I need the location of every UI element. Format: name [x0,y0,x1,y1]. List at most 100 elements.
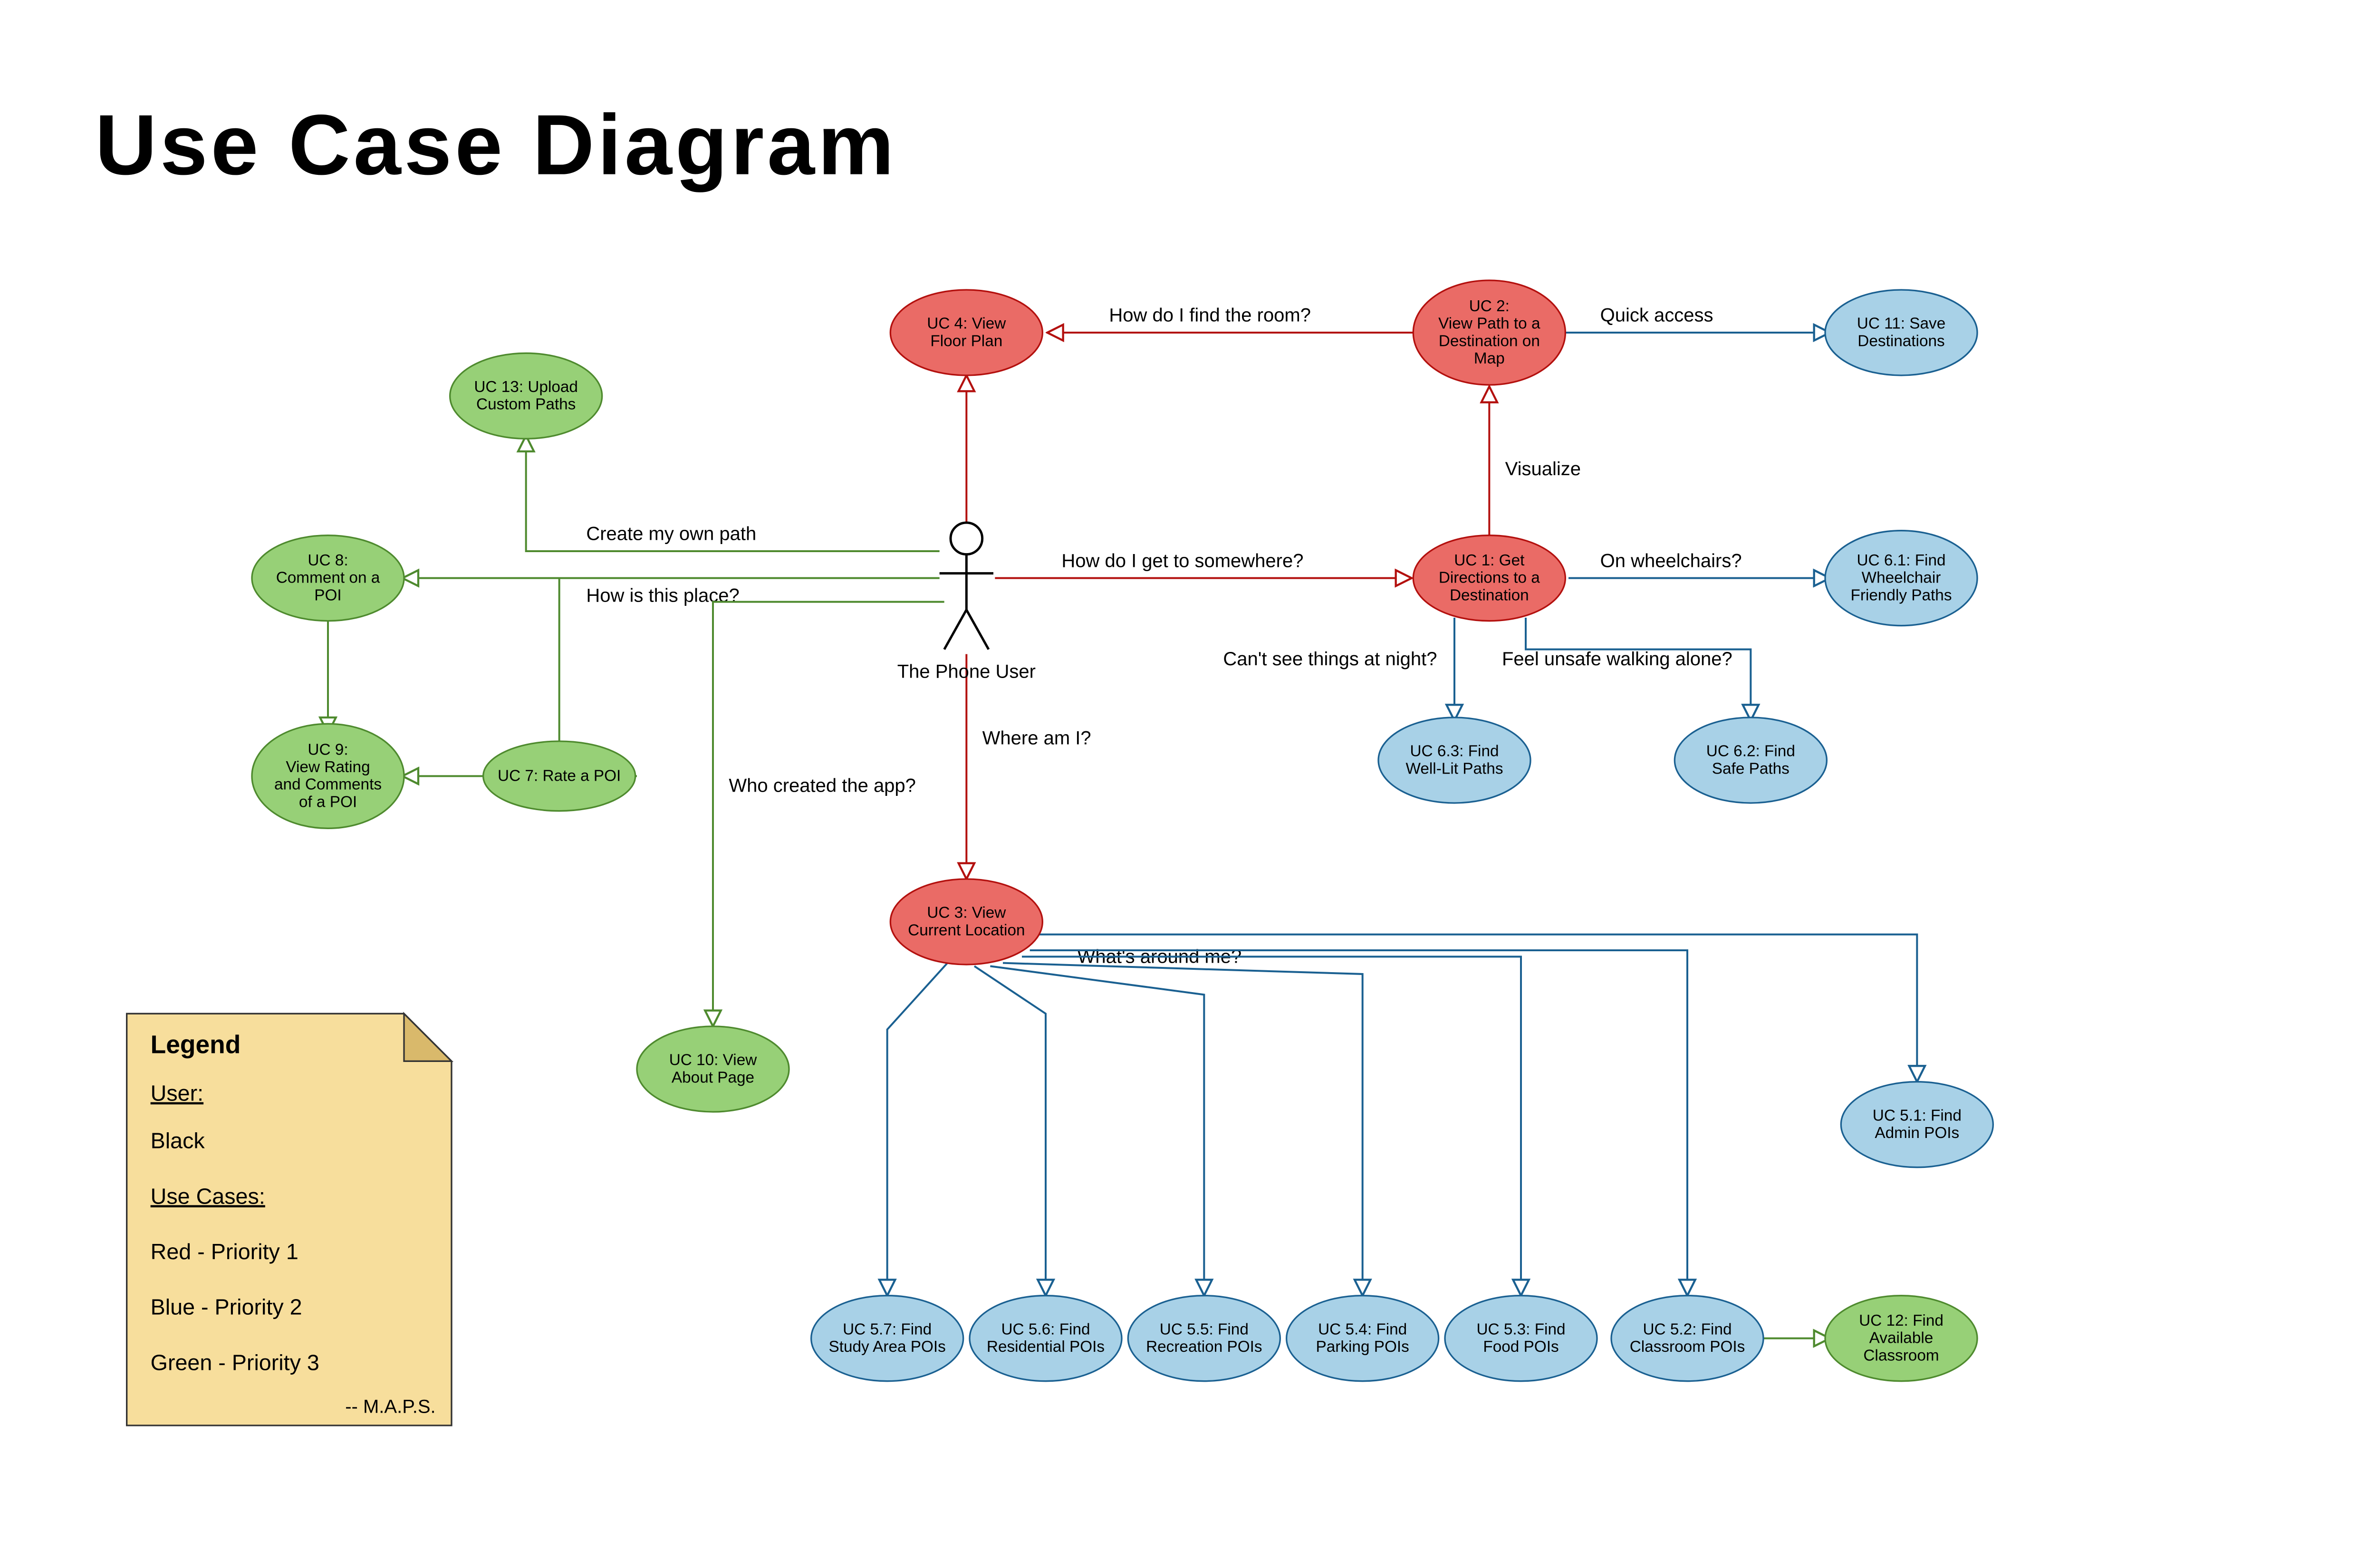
usecase-uc61: UC 6.1: FindWheelchairFriendly Paths [1825,531,1977,626]
usecase-uc53: UC 5.3: FindFood POIs [1445,1296,1597,1381]
legend-uc-heading: Use Cases: [151,1184,265,1208]
usecase-uc62-label: Safe Paths [1712,760,1790,777]
edge-uc3-uc52 [1030,950,1687,1296]
usecase-uc9-label: of a POI [299,793,357,811]
edge-uc3-uc55 [990,966,1204,1295]
edge-uc3-uc57 [887,963,948,1296]
usecase-uc12: UC 12: FindAvailableClassroom [1825,1296,1977,1381]
usecase-uc56: UC 5.6: FindResidential POIs [970,1296,1122,1381]
label-how-place: How is this place? [586,585,739,606]
usecase-uc8-label: POI [314,586,341,604]
actor-phone-user [940,523,993,650]
usecase-uc4-label: UC 4: View [927,315,1006,333]
usecase-uc56-label: Residential POIs [987,1338,1105,1356]
label-who-created: Who created the app? [729,775,916,796]
usecase-uc55: UC 5.5: FindRecreation POIs [1128,1296,1280,1381]
usecase-uc10-label: About Page [672,1069,754,1086]
usecase-uc57: UC 5.7: FindStudy Area POIs [811,1296,963,1381]
usecase-uc3: UC 3: ViewCurrent Location [890,879,1042,965]
usecase-uc2-label: UC 2: [1469,297,1510,315]
usecase-uc57-label: Study Area POIs [828,1338,945,1356]
usecase-uc2: UC 2:View Path to aDestination onMap [1413,280,1565,385]
label-visualize: Visualize [1505,459,1581,479]
legend-p1: Red - Priority 1 [151,1239,298,1264]
usecase-uc54: UC 5.4: FindParking POIs [1287,1296,1439,1381]
usecase-uc11: UC 11: SaveDestinations [1825,290,1977,375]
usecase-uc1-label: UC 1: Get [1454,552,1525,569]
usecase-uc12-label: Available [1869,1329,1934,1347]
usecase-uc55-label: UC 5.5: Find [1160,1320,1249,1338]
label-own-path: Create my own path [586,524,756,545]
legend-p2: Blue - Priority 2 [151,1295,302,1319]
usecase-uc9: UC 9:View Ratingand Commentsof a POI [252,724,404,828]
usecase-uc1-label: Destination [1450,586,1529,604]
usecase-uc10: UC 10: ViewAbout Page [637,1026,789,1112]
usecase-uc7-label: UC 7: Rate a POI [498,767,621,784]
use-case-diagram-canvas: Use Case Diagram How do I find the room?… [0,0,2367,1568]
page-title: Use Case Diagram [95,97,897,193]
label-unsafe: Feel unsafe walking alone? [1502,649,1732,669]
usecase-uc10-label: UC 10: View [669,1052,758,1069]
usecase-uc8-label: Comment on a [276,569,380,587]
label-find-room: How do I find the room? [1109,305,1311,326]
usecase-uc13-label: Custom Paths [476,396,576,413]
usecase-uc52-label: UC 5.2: Find [1643,1320,1732,1338]
usecase-uc63-label: UC 6.3: Find [1410,743,1499,760]
usecase-uc51-label: Admin POIs [1875,1124,1959,1142]
usecase-uc51: UC 5.1: FindAdmin POIs [1841,1082,1993,1167]
usecase-uc54-label: Parking POIs [1316,1338,1409,1356]
usecase-uc51-label: UC 5.1: Find [1873,1107,1962,1124]
usecase-uc8: UC 8:Comment on aPOI [252,535,404,621]
legend-note: Legend User: Black Use Cases: Red - Prio… [127,1013,452,1425]
legend-p3: Green - Priority 3 [151,1350,319,1375]
usecase-uc52: UC 5.2: FindClassroom POIs [1611,1296,1763,1381]
usecase-uc11-label: Destinations [1857,332,1944,350]
usecase-uc56-label: UC 5.6: Find [1001,1320,1090,1338]
usecase-uc54-label: UC 5.4: Find [1318,1320,1407,1338]
usecase-uc4: UC 4: ViewFloor Plan [890,290,1042,375]
usecase-uc9-label: and Comments [274,776,382,794]
usecase-uc13: UC 13: UploadCustom Paths [450,353,602,439]
usecase-uc9-label: UC 9: [308,741,348,758]
usecase-uc4-label: Floor Plan [930,332,1002,350]
label-where-am-i: Where am I? [982,728,1091,749]
edge-uc3-uc53 [1022,956,1521,1295]
usecase-uc2-label: View Path to a [1438,315,1540,333]
usecase-uc9-label: View Rating [286,758,370,776]
usecase-uc11-label: UC 11: Save [1857,315,1945,333]
usecase-uc52-label: Classroom POIs [1630,1338,1745,1356]
usecase-uc8-label: UC 8: [308,552,348,569]
usecase-uc3-label: Current Location [908,921,1025,939]
legend-user-heading: User: [151,1081,203,1106]
usecase-uc62-label: UC 6.2: Find [1706,743,1795,760]
usecase-uc55-label: Recreation POIs [1146,1338,1262,1356]
label-night: Can't see things at night? [1223,649,1437,669]
usecase-uc3-label: UC 3: View [927,904,1006,922]
legend-signature: -- M.A.P.S. [345,1396,435,1417]
label-wheelchairs: On wheelchairs? [1600,550,1742,571]
usecase-uc12-label: Classroom [1863,1347,1939,1364]
usecase-uc61-label: Wheelchair [1862,569,1941,587]
usecase-uc2-label: Map [1474,350,1505,367]
legend-title: Legend [151,1031,241,1059]
usecase-uc2-label: Destination on [1439,332,1540,350]
actor-label: The Phone User [897,661,1036,682]
usecase-uc13-label: UC 13: Upload [474,378,578,396]
usecase-uc61-label: Friendly Paths [1850,586,1952,604]
usecase-uc1: UC 1: GetDirections to aDestination [1413,535,1565,621]
usecase-uc1-label: Directions to a [1439,569,1540,587]
usecase-uc63-label: Well-Lit Paths [1406,760,1503,777]
usecase-uc61-label: UC 6.1: Find [1857,552,1945,569]
edge-uc3-uc56 [974,966,1046,1295]
usecase-uc57-label: UC 5.7: Find [843,1320,932,1338]
label-get-somewhere: How do I get to somewhere? [1061,550,1303,571]
usecase-uc12-label: UC 12: Find [1859,1312,1944,1329]
usecase-uc7: UC 7: Rate a POI [483,741,635,811]
label-quick-access: Quick access [1600,305,1713,326]
legend-user-color: Black [151,1128,205,1153]
usecase-uc53-label: UC 5.3: Find [1476,1320,1565,1338]
edge-uc3-uc54 [1003,963,1363,1296]
usecase-uc53-label: Food POIs [1483,1338,1559,1356]
usecase-uc62: UC 6.2: FindSafe Paths [1674,717,1827,803]
edges: How do I find the room? Quick access Vis… [328,305,1917,1339]
